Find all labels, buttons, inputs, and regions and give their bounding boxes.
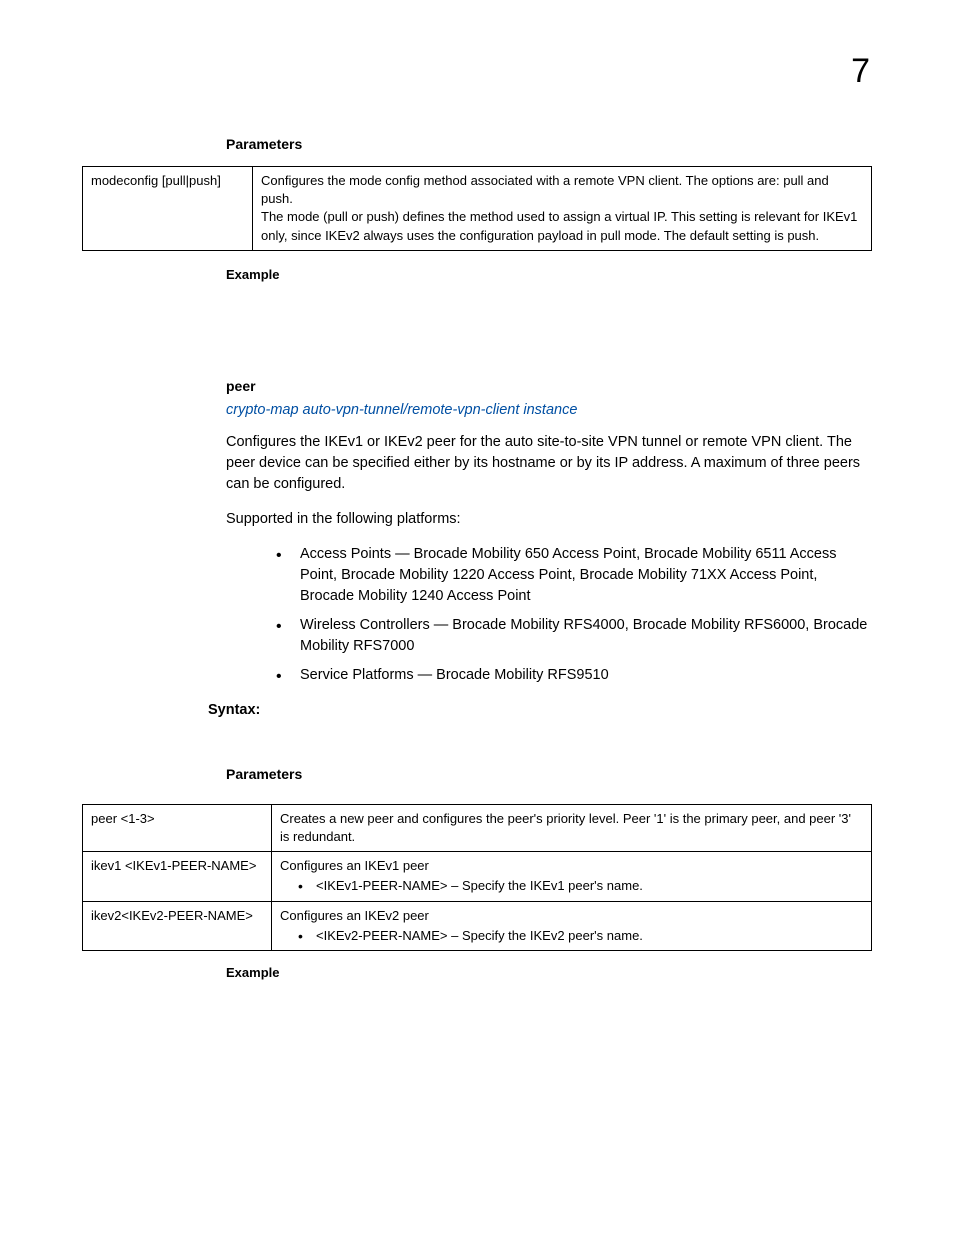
table-text-line: Configures an IKEv2 peer — [280, 908, 429, 923]
table-cell-key: modeconfig [pull|push] — [83, 167, 253, 251]
list-item: <IKEv2-PEER-NAME> – Specify the IKEv2 pe… — [304, 927, 863, 945]
table-row: modeconfig [pull|push] Configures the mo… — [83, 167, 872, 251]
table-text-line: Configures an IKEv1 peer — [280, 858, 429, 873]
table-text-line: Configures the mode config method associ… — [261, 172, 863, 208]
supported-platforms-text: Supported in the following platforms: — [226, 509, 872, 530]
table-cell-key: ikev2<IKEv2-PEER-NAME> — [83, 901, 272, 950]
example-heading-2: Example — [226, 965, 872, 980]
inner-list: <IKEv2-PEER-NAME> – Specify the IKEv2 pe… — [280, 927, 863, 945]
table-cell-key: peer <1-3> — [83, 804, 272, 851]
table-row: ikev2<IKEv2-PEER-NAME> Configures an IKE… — [83, 901, 872, 950]
page-number: 7 — [851, 52, 870, 91]
example-heading-1: Example — [226, 267, 872, 282]
peer-table: peer <1-3> Creates a new peer and config… — [82, 804, 872, 951]
table-cell-value: Configures the mode config method associ… — [253, 167, 872, 251]
list-item: Service Platforms — Brocade Mobility RFS… — [282, 665, 872, 686]
content-area: Parameters modeconfig [pull|push] Config… — [226, 52, 872, 980]
page-container: 7 Parameters modeconfig [pull|push] Conf… — [0, 0, 954, 1235]
table-text-line: The mode (pull or push) defines the meth… — [261, 208, 863, 244]
crypto-map-link[interactable]: crypto-map auto-vpn-tunnel/remote-vpn-cl… — [226, 402, 872, 418]
inner-list: <IKEv1-PEER-NAME> – Specify the IKEv1 pe… — [280, 877, 863, 895]
list-item: Wireless Controllers — Brocade Mobility … — [282, 615, 872, 657]
table-cell-value: Configures an IKEv2 peer <IKEv2-PEER-NAM… — [272, 901, 872, 950]
table-row: ikev1 <IKEv1-PEER-NAME> Configures an IK… — [83, 852, 872, 901]
parameters-heading-2: Parameters — [226, 766, 872, 782]
table-row: peer <1-3> Creates a new peer and config… — [83, 804, 872, 851]
table-cell-value: Creates a new peer and configures the pe… — [272, 804, 872, 851]
peer-intro-text: Configures the IKEv1 or IKEv2 peer for t… — [226, 432, 872, 495]
list-item: Access Points — Brocade Mobility 650 Acc… — [282, 544, 872, 607]
list-item: <IKEv1-PEER-NAME> – Specify the IKEv1 pe… — [304, 877, 863, 895]
parameters-heading-1: Parameters — [226, 136, 872, 152]
syntax-heading: Syntax: — [208, 702, 872, 718]
modeconfig-table: modeconfig [pull|push] Configures the mo… — [82, 166, 872, 251]
table-cell-value: Configures an IKEv1 peer <IKEv1-PEER-NAM… — [272, 852, 872, 901]
platforms-list: Access Points — Brocade Mobility 650 Acc… — [226, 544, 872, 686]
table-cell-key: ikev1 <IKEv1-PEER-NAME> — [83, 852, 272, 901]
peer-heading: peer — [226, 378, 872, 394]
